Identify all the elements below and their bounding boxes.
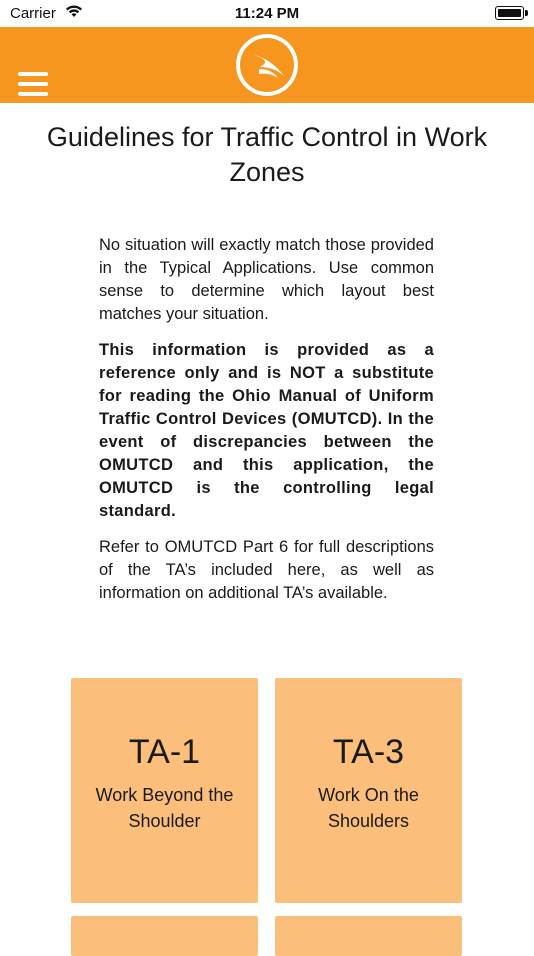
disclaimer-paragraph: This information is provided as a refere…	[99, 341, 434, 520]
status-bar: Carrier 11:24 PM	[0, 0, 534, 27]
reference-paragraph: Refer to OMUTCD Part 6 for full descript…	[99, 538, 434, 602]
tile-ta-1[interactable]: TA-1 Work Beyond the Shoulder	[71, 678, 258, 903]
tile-ta-3[interactable]: TA-3 Work On the Shoulders	[275, 678, 462, 903]
guidelines-content: No situation will exactly match those pr…	[99, 234, 434, 618]
tile-code: TA-1	[128, 733, 201, 771]
tile-code: TA-3	[332, 733, 405, 771]
tile-next-left[interactable]	[71, 916, 258, 956]
app-header	[0, 27, 534, 103]
battery-icon	[495, 6, 528, 20]
tile-description: Work Beyond the Shoulder	[95, 785, 234, 831]
odot-logo[interactable]	[234, 32, 300, 98]
tile-description: Work On the Shoulders	[318, 785, 419, 831]
tile-next-right[interactable]	[275, 916, 462, 956]
hamburger-menu-icon[interactable]	[18, 72, 50, 98]
intro-paragraph: No situation will exactly match those pr…	[99, 236, 434, 323]
page-title: Guidelines for Traffic Control in Work Z…	[46, 122, 488, 187]
status-time: 11:24 PM	[234, 5, 300, 22]
